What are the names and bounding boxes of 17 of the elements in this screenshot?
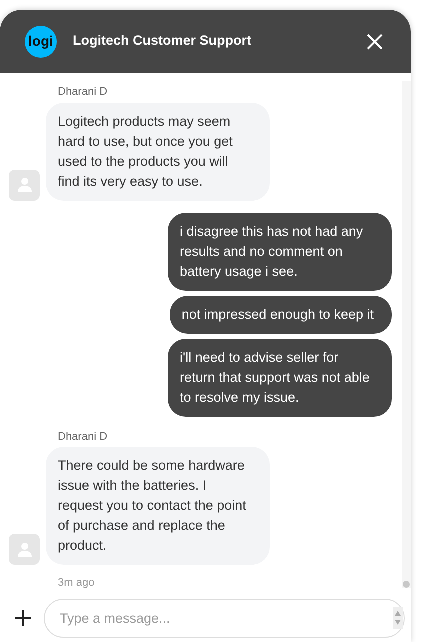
scrollbar-track[interactable] xyxy=(402,81,411,588)
add-icon[interactable] xyxy=(14,609,32,627)
user-message: not impressed enough to keep it xyxy=(170,296,392,334)
agent-message: There could be some hardware issue with the batteries. I request you to contact the point of purchase and replace the product. xyxy=(46,447,270,565)
window-title: Logitech Customer Support xyxy=(73,32,252,50)
agent-message: Logitech products may seem hard to use, but once you get used to the products you will find its very easy to use. xyxy=(46,102,270,200)
avatar-icon xyxy=(9,534,40,565)
message-field[interactable]: Type a message... xyxy=(44,598,405,638)
logo: logi xyxy=(25,26,57,58)
avatar-icon xyxy=(9,170,40,200)
sender-name: Dharani D xyxy=(58,430,109,444)
sender-name: Dharani D xyxy=(58,85,109,100)
timestamp: 3m ago xyxy=(58,576,96,591)
user-message: i'll need to advise seller for return that support was not able to resolve my issue. xyxy=(168,338,392,416)
scrollbar-thumb[interactable] xyxy=(403,581,410,588)
user-message: i disagree this has not had any results and no comment on battery usage i see. xyxy=(168,212,392,290)
spinner-arrows-icon[interactable] xyxy=(393,606,403,628)
